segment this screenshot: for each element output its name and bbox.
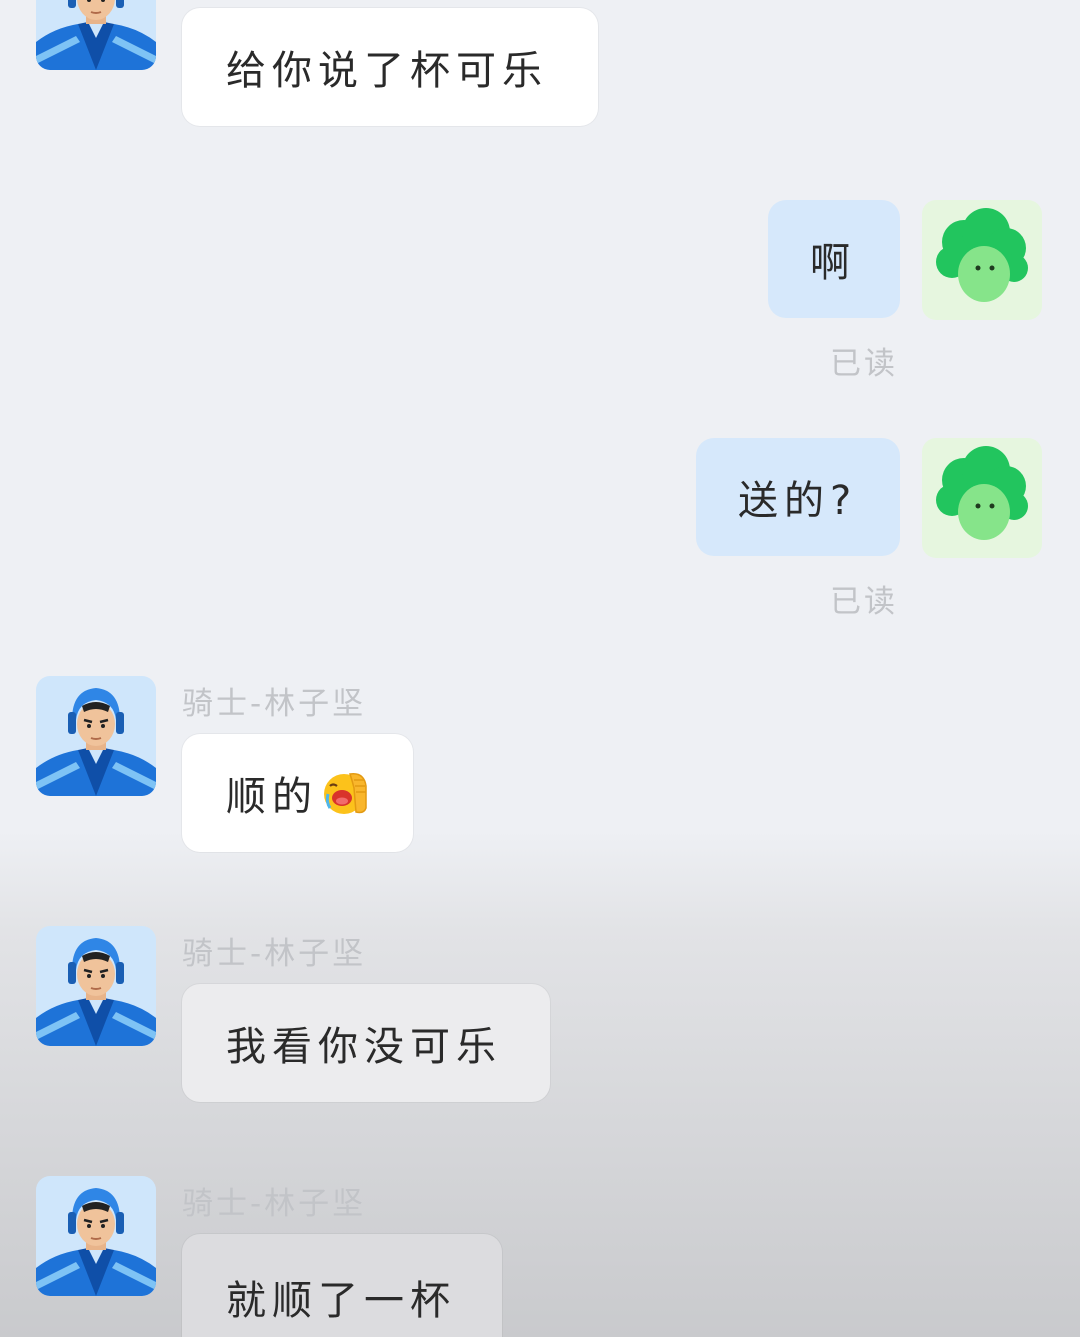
message-bubble-incoming[interactable]: 我看你没可乐 <box>182 984 550 1102</box>
message-bubble-outgoing[interactable]: 送的? <box>696 438 900 556</box>
message-text: 就顺了一杯 <box>226 1278 456 1324</box>
green-broccoli-avatar-icon <box>922 200 1042 320</box>
message-text: 送的? <box>738 478 858 524</box>
rider-avatar[interactable] <box>36 676 156 796</box>
rider-avatar-icon <box>36 0 156 70</box>
user-avatar[interactable] <box>922 200 1042 320</box>
message-text: 给你说了杯可乐 <box>226 48 548 94</box>
read-receipt: 已读 <box>830 346 898 382</box>
message-bubble-incoming[interactable]: 顺的 <box>182 734 413 852</box>
rider-avatar[interactable] <box>36 926 156 1046</box>
rider-avatar-icon <box>36 676 156 796</box>
chat-message-list[interactable]: 给你说了杯可乐 啊 已读 送的? 已读 骑士-林子坚 顺的 骑士-林子坚 我看你… <box>0 0 1080 1337</box>
message-text: 啊 <box>810 240 856 286</box>
message-bubble-incoming[interactable]: 给你说了杯可乐 <box>182 8 598 126</box>
sender-name: 骑士-林子坚 <box>182 1186 367 1222</box>
sender-name: 骑士-林子坚 <box>182 936 367 972</box>
read-receipt: 已读 <box>830 584 898 620</box>
sender-name: 骑士-林子坚 <box>182 686 367 722</box>
rider-avatar[interactable] <box>36 0 156 70</box>
message-bubble-incoming[interactable]: 就顺了一杯 <box>182 1234 502 1337</box>
user-avatar[interactable] <box>922 438 1042 558</box>
rider-avatar-icon <box>36 926 156 1046</box>
rider-avatar-icon <box>36 1176 156 1296</box>
green-broccoli-avatar-icon <box>922 438 1042 558</box>
message-text: 顺的 <box>226 774 318 820</box>
message-text: 我看你没可乐 <box>226 1024 502 1070</box>
face-palm-crying-emoji-icon <box>320 768 370 818</box>
message-bubble-outgoing[interactable]: 啊 <box>768 200 900 318</box>
rider-avatar[interactable] <box>36 1176 156 1296</box>
